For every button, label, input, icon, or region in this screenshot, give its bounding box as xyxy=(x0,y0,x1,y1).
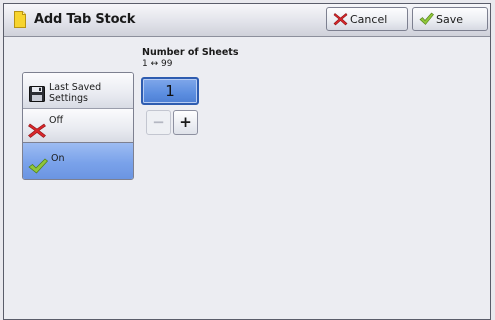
increment-button[interactable]: + xyxy=(173,110,198,135)
sheets-value-field[interactable]: 1 xyxy=(141,77,199,105)
decrement-button[interactable]: − xyxy=(146,110,171,135)
red-x-icon xyxy=(28,123,46,138)
number-of-sheets-label: Number of Sheets xyxy=(142,47,239,58)
save-button-label: Save xyxy=(436,13,464,26)
dialog-header: Add Tab Stock Cancel Save xyxy=(4,4,490,37)
cancel-button-label: Cancel xyxy=(350,13,388,26)
option-last-saved-settings[interactable]: Last Saved Settings xyxy=(23,73,133,109)
sheets-range-hint: 1 ↔ 99 xyxy=(142,59,173,69)
page-title: Add Tab Stock xyxy=(34,12,136,27)
floppy-disk-icon xyxy=(29,86,45,102)
save-button[interactable]: Save xyxy=(412,7,488,31)
add-tab-stock-dialog: Add Tab Stock Cancel Save Number of Shee… xyxy=(3,3,491,320)
tab-stock-option-list: Last Saved Settings Off On xyxy=(22,72,134,180)
option-off-label: Off xyxy=(49,115,64,126)
green-check-icon xyxy=(28,158,48,174)
option-on[interactable]: On xyxy=(23,143,133,179)
document-icon xyxy=(14,11,26,28)
cancel-x-icon xyxy=(333,13,348,26)
option-on-label: On xyxy=(51,153,65,164)
cancel-button[interactable]: Cancel xyxy=(326,7,408,31)
option-last-saved-label: Last Saved Settings xyxy=(49,82,102,104)
option-off[interactable]: Off xyxy=(23,109,133,143)
checkmark-icon xyxy=(419,12,434,25)
